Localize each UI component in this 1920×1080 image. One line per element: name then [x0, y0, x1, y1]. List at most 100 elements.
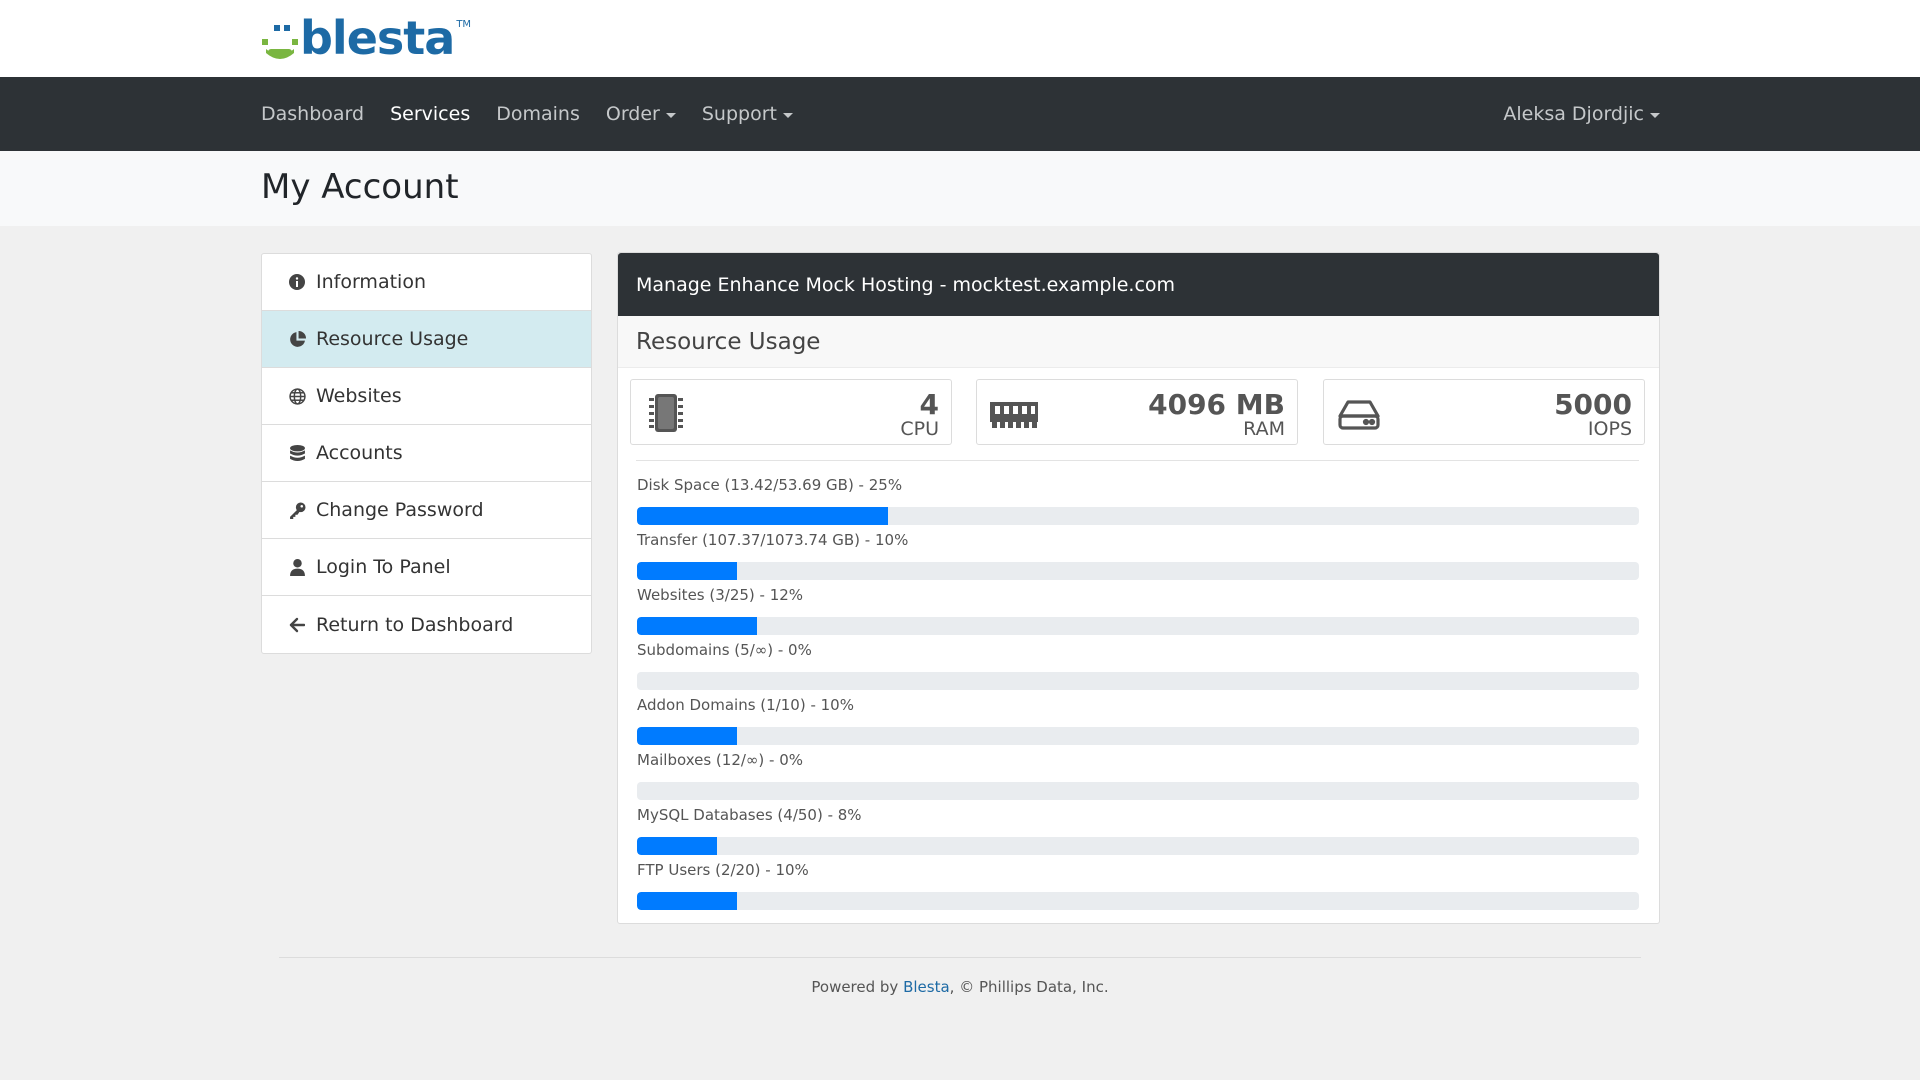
title-band: My Account [0, 151, 1920, 226]
usage-row: Websites (3/25) - 12% [637, 586, 1639, 641]
sidebar-item-label: Login To Panel [316, 556, 451, 578]
usage-row: MySQL Databases (4/50) - 8% [637, 806, 1639, 861]
sidebar-item-label: Return to Dashboard [316, 613, 514, 636]
stat-value: 4 [919, 388, 939, 421]
sidebar-item-label: Change Password [316, 499, 484, 521]
progress-bar-track [637, 892, 1639, 910]
stat-unit: IOPS [1587, 418, 1632, 440]
progress-bar-fill [637, 617, 758, 635]
user-dropdown[interactable]: Aleksa Djordjic [1503, 103, 1660, 125]
caret-down-icon [1650, 112, 1660, 118]
nav-label: Domains [496, 103, 580, 125]
sidebar-item-resource-usage[interactable]: Resource Usage [262, 311, 591, 368]
usage-list: Disk Space (13.42/53.69 GB) - 25% Transfe… [637, 476, 1639, 916]
progress-bar-fill [637, 727, 738, 745]
usage-label: Subdomains (5/∞) - 0% [637, 641, 812, 659]
nav-item-services[interactable]: Services [390, 103, 470, 125]
progress-bar-track [637, 837, 1639, 855]
nav-links: Dashboard Services Domains Order Support [261, 77, 793, 151]
nav-label: Support [701, 103, 777, 125]
user-menu: Aleksa Djordjic [1503, 77, 1660, 151]
nav-label: Services [390, 103, 471, 125]
sidebar-item-label: Websites [316, 385, 402, 407]
usage-label: MySQL Databases (4/50) - 8% [637, 806, 862, 824]
nav-label: Dashboard [261, 103, 365, 125]
nav-item-dashboard[interactable]: Dashboard [261, 103, 364, 125]
usage-label: Disk Space (13.42/53.69 GB) - 25% [637, 476, 903, 494]
arrow-left-icon [288, 616, 306, 634]
progress-bar-track [637, 672, 1639, 690]
caret-down-icon [665, 112, 676, 118]
stat-unit: CPU [900, 418, 939, 440]
info-icon [288, 273, 306, 291]
stat-value: 5000 [1554, 388, 1632, 421]
brand-trademark: TM [456, 19, 472, 30]
nav-item-domains[interactable]: Domains [496, 103, 580, 125]
main-navbar: Dashboard Services Domains Order Support… [0, 77, 1920, 151]
usage-row: Subdomains (5/∞) - 0% [637, 641, 1639, 696]
sidebar-item-label: Accounts [316, 442, 403, 464]
sidebar-item-label: Resource Usage [316, 328, 469, 350]
page-title: My Account [261, 167, 459, 207]
footer-blesta-link[interactable]: Blesta [903, 978, 950, 996]
usage-row: Mailboxes (12/∞) - 0% [637, 751, 1639, 806]
stat-card-cpu: 4 CPU [630, 379, 952, 445]
usage-label: Transfer (107.37/1073.74 GB) - 10% [637, 531, 909, 549]
progress-bar-fill [637, 562, 738, 580]
progress-bar-fill [637, 837, 718, 855]
hard-drive-icon [1336, 392, 1382, 434]
sidebar-item-return-to-dashboard[interactable]: Return to Dashboard [262, 596, 591, 653]
panel-subheading: Resource Usage [618, 316, 1659, 368]
account-sidebar: Information Resource Usage Websites Acco… [261, 253, 592, 654]
footer-suffix: , © Phillips Data, Inc. [949, 978, 1109, 996]
pie-chart-icon [288, 330, 306, 348]
footer-prefix: Powered by [811, 978, 904, 996]
usage-label: Mailboxes (12/∞) - 0% [637, 751, 804, 769]
progress-bar-track [637, 727, 1639, 745]
progress-bar-track [637, 617, 1639, 635]
sidebar-item-accounts[interactable]: Accounts [262, 425, 591, 482]
progress-bar-track [637, 507, 1639, 525]
sidebar-item-change-password[interactable]: Change Password [262, 482, 591, 539]
stat-value: 4096 MB [1148, 388, 1285, 421]
database-icon [288, 444, 306, 462]
footer: Powered by Blesta, © Phillips Data, Inc. [0, 978, 1920, 996]
progress-bar-fill [637, 507, 888, 525]
sidebar-item-information[interactable]: Information [262, 254, 591, 311]
usage-row: Addon Domains (1/10) - 10% [637, 696, 1639, 751]
top-header: blesta TM [0, 0, 1920, 77]
progress-bar-track [637, 782, 1639, 800]
sidebar-item-websites[interactable]: Websites [262, 368, 591, 425]
memory-icon [989, 392, 1038, 434]
globe-icon [288, 387, 306, 405]
usage-label: Websites (3/25) - 12% [637, 586, 804, 604]
cpu-chip-icon [643, 392, 689, 434]
progress-bar-track [637, 562, 1639, 580]
blesta-logo[interactable]: blesta TM [260, 13, 471, 61]
stat-card-ram: 4096 MB RAM [976, 379, 1298, 445]
resource-stats: 4 CPU 4096 MB RAM 5000 IOPS [630, 379, 1645, 445]
resource-usage-panel: Manage Enhance Mock Hosting - mocktest.e… [617, 252, 1660, 924]
footer-divider [279, 957, 1641, 958]
stat-card-iops: 5000 IOPS [1323, 379, 1645, 445]
panel-heading: Manage Enhance Mock Hosting - mocktest.e… [618, 253, 1659, 316]
usage-row: Disk Space (13.42/53.69 GB) - 25% [637, 476, 1639, 531]
nav-item-support[interactable]: Support [702, 103, 793, 125]
usage-row: Transfer (107.37/1073.74 GB) - 10% [637, 531, 1639, 586]
usage-row: FTP Users (2/20) - 10% [637, 861, 1639, 916]
divider [636, 460, 1639, 461]
user-icon [288, 558, 306, 576]
progress-bar-fill [637, 892, 738, 910]
sidebar-item-label: Information [316, 271, 426, 293]
caret-down-icon [782, 112, 793, 118]
usage-label: FTP Users (2/20) - 10% [637, 861, 809, 879]
nav-item-order[interactable]: Order [606, 103, 676, 125]
brand-name: blesta [300, 11, 455, 65]
sidebar-item-login-to-panel[interactable]: Login To Panel [262, 539, 591, 596]
key-icon [288, 501, 306, 519]
user-name: Aleksa Djordjic [1503, 103, 1644, 125]
usage-label: Addon Domains (1/10) - 10% [637, 696, 854, 714]
stat-unit: RAM [1243, 418, 1285, 440]
nav-label: Order [605, 103, 660, 125]
blesta-logo-mark-icon [260, 15, 298, 61]
